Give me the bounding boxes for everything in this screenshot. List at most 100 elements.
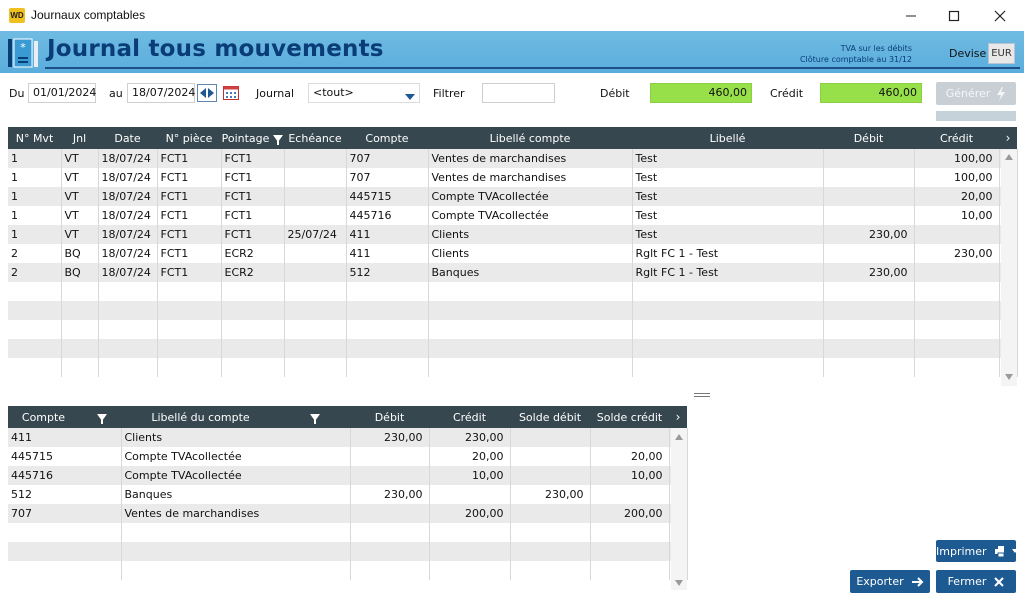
filter-input[interactable] [482, 83, 555, 103]
col-header-libelle[interactable]: Libellé [632, 127, 823, 149]
table-cell: 100,00 [914, 149, 1000, 168]
table-cell [632, 339, 824, 358]
col-header-piece[interactable]: N° pièce [157, 127, 221, 149]
calendar-button[interactable] [223, 85, 239, 103]
date-from-input[interactable]: 01/01/2024 [28, 83, 96, 103]
page-title: Journal tous mouvements [47, 36, 384, 62]
table-row[interactable]: 445716 Compte TVAcollectée 10,00 10,00 [8, 466, 688, 485]
col-header-libelle-compte[interactable]: Libellé compte [428, 127, 632, 149]
table-cell [221, 320, 285, 339]
table-cell: FCT1 [157, 206, 222, 225]
col-header-echeance[interactable]: Echéance [284, 127, 346, 149]
table-cell: 100,00 [914, 168, 1000, 187]
table-cell [914, 301, 1000, 320]
minimize-button[interactable] [888, 0, 934, 31]
table-row[interactable]: 1 VT 18/07/24 FCT1 FCT1 25/07/24 411 Clients Tes… [8, 225, 1018, 244]
table-row[interactable] [8, 358, 1018, 377]
table-row[interactable] [8, 282, 1018, 301]
table-cell: FCT1 [157, 187, 222, 206]
table-row[interactable]: 1 VT 18/07/24 FCT1 FCT1 445715 Compte TVAcolle… [8, 187, 1018, 206]
columns-more-button[interactable]: › [999, 127, 1017, 149]
table-cell [510, 447, 591, 466]
scroll-down-icon[interactable] [675, 580, 683, 586]
print-button[interactable]: Imprimer [936, 540, 1016, 562]
generate-button[interactable]: Générer [936, 82, 1016, 105]
table-row[interactable] [8, 320, 1018, 339]
close-window-button[interactable] [977, 0, 1023, 31]
table-row[interactable]: 411 Clients 230,00 230,00 [8, 428, 688, 447]
table-row[interactable] [8, 339, 1018, 358]
col-header-sum-compte[interactable]: Compte [8, 406, 121, 428]
col-header-date[interactable]: Date [98, 127, 157, 149]
journal-selected-value: <tout> [313, 86, 354, 99]
movements-scrollbar[interactable] [1001, 150, 1017, 386]
table-row[interactable] [8, 542, 688, 561]
table-row[interactable]: 512 Banques 230,00 230,00 [8, 485, 688, 504]
col-header-sum-credit[interactable]: Crédit [429, 406, 510, 428]
scroll-up-icon[interactable] [675, 434, 683, 440]
table-row[interactable]: 1 VT 18/07/24 FCT1 FCT1 707 Ventes de marchand… [8, 149, 1018, 168]
table-row[interactable]: 707 Ventes de marchandises 200,00 200,00 [8, 504, 688, 523]
table-cell [632, 301, 824, 320]
devise-field[interactable]: EUR [988, 43, 1015, 64]
splitter-handle[interactable] [694, 393, 710, 397]
chevron-down-icon[interactable] [1011, 549, 1016, 553]
filter-icon[interactable] [97, 414, 108, 424]
maximize-button[interactable] [931, 0, 977, 31]
date-to-input[interactable]: 18/07/2024 [127, 83, 195, 103]
table-row[interactable]: 1 VT 18/07/24 FCT1 FCT1 707 Ventes de marchand… [8, 168, 1018, 187]
scroll-up-icon[interactable] [1005, 154, 1013, 160]
table-row[interactable]: 2 BQ 18/07/24 FCT1 ECR2 411 Clients Rglt FC 1 -… [8, 244, 1018, 263]
lightning-icon [997, 86, 1006, 101]
table-row[interactable]: 2 BQ 18/07/24 FCT1 ECR2 512 Banques Rglt FC 1 -… [8, 263, 1018, 282]
table-cell [914, 225, 1000, 244]
table-cell: 18/07/24 [98, 225, 158, 244]
table-cell: Banques [121, 485, 351, 504]
filter-icon[interactable] [273, 135, 284, 145]
table-cell [350, 466, 430, 485]
table-cell [350, 504, 430, 523]
col-header-solde-credit[interactable]: Solde crédit [590, 406, 669, 428]
table-cell [61, 358, 99, 377]
table-cell: FCT1 [221, 225, 285, 244]
table-row[interactable] [8, 301, 1018, 320]
col-header-compte[interactable]: Compte [346, 127, 428, 149]
table-cell [8, 358, 62, 377]
table-row[interactable]: 445715 Compte TVAcollectée 20,00 20,00 [8, 447, 688, 466]
col-header-sum-libelle[interactable]: Libellé du compte [121, 406, 350, 428]
chevron-right-icon: › [675, 410, 681, 424]
close-button[interactable]: Fermer [936, 570, 1016, 593]
filter-icon[interactable] [309, 414, 320, 424]
table-cell [221, 282, 285, 301]
journal-select[interactable]: <tout> [308, 83, 420, 103]
table-cell: Test [632, 225, 824, 244]
table-cell: FCT1 [157, 225, 222, 244]
col-header-pointage[interactable]: Pointage [221, 127, 284, 149]
dropdown-arrow[interactable] [405, 90, 415, 103]
scroll-down-icon[interactable] [1005, 374, 1013, 380]
table-cell [157, 339, 222, 358]
table-cell [157, 358, 222, 377]
summary-columns-more-button[interactable]: › [669, 406, 687, 428]
col-header-jnl[interactable]: Jnl [61, 127, 98, 149]
table-cell: 25/07/24 [284, 225, 347, 244]
table-cell: 18/07/24 [98, 263, 158, 282]
col-header-solde-debit[interactable]: Solde débit [510, 406, 590, 428]
table-row[interactable]: 1 VT 18/07/24 FCT1 FCT1 445716 Compte TVAcolle… [8, 206, 1018, 225]
table-cell [346, 301, 429, 320]
col-header-credit[interactable]: Crédit [914, 127, 999, 149]
col-header-sum-debit[interactable]: Débit [350, 406, 429, 428]
table-cell [121, 561, 351, 580]
col-header-mvt[interactable]: N° Mvt [8, 127, 61, 149]
table-row[interactable] [8, 561, 688, 580]
table-cell: Test [632, 168, 824, 187]
table-row[interactable] [8, 523, 688, 542]
col-header-debit[interactable]: Débit [823, 127, 914, 149]
generate-progress [936, 111, 1016, 121]
export-button[interactable]: Exporter [850, 570, 930, 593]
date-navigator[interactable] [197, 84, 217, 102]
table-cell: Compte TVAcollectée [121, 466, 351, 485]
table-cell: FCT1 [221, 168, 285, 187]
table-cell: 707 [346, 149, 429, 168]
summary-scrollbar[interactable] [671, 428, 687, 590]
